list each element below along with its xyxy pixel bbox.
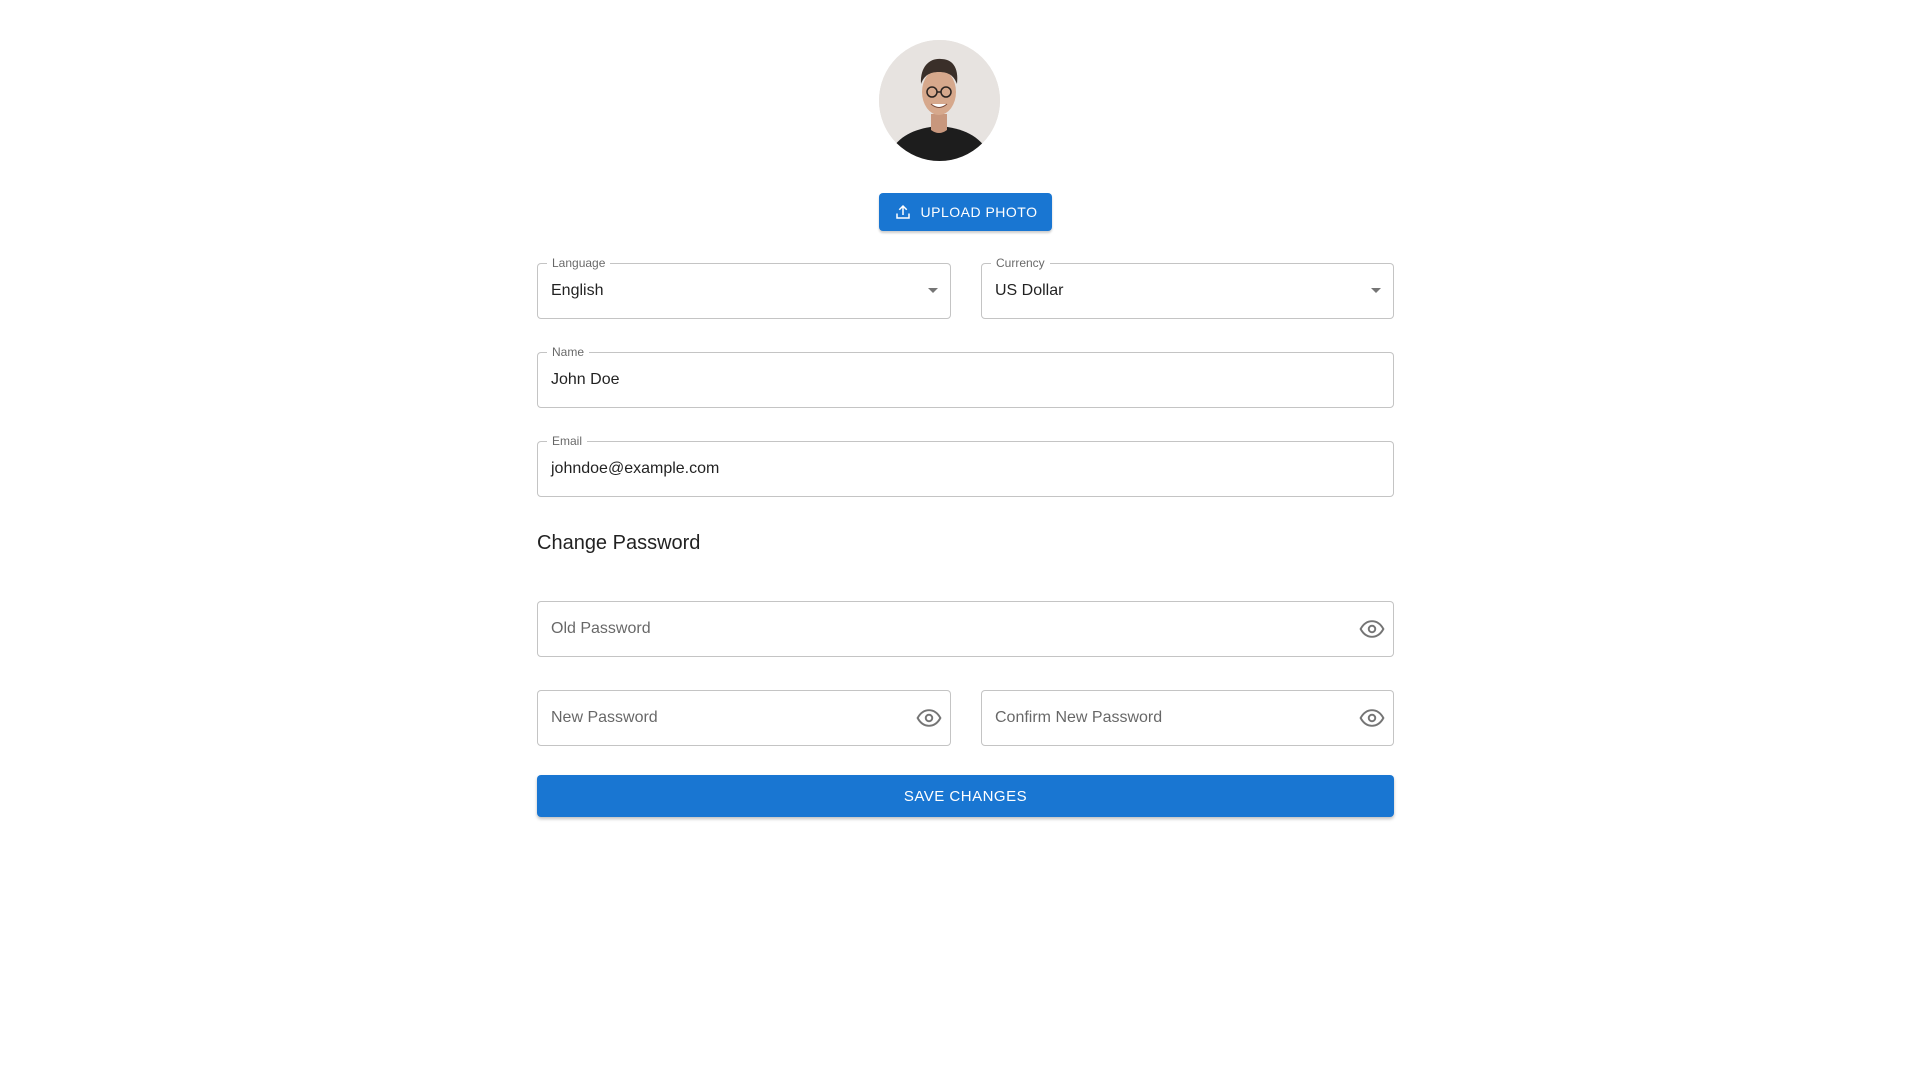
language-select[interactable]: Language English — [537, 256, 951, 319]
new-password-field — [537, 690, 951, 746]
caret-down-icon — [928, 288, 938, 293]
currency-value: US Dollar — [995, 282, 1064, 299]
upload-photo-button[interactable]: UPLOAD PHOTO — [879, 193, 1052, 231]
email-field[interactable]: Email johndoe@example.com — [537, 434, 1394, 497]
eye-icon[interactable] — [1357, 614, 1387, 644]
currency-select[interactable]: Currency US Dollar — [981, 256, 1394, 319]
old-password-field — [537, 601, 1394, 657]
caret-down-icon — [1371, 288, 1381, 293]
upload-icon — [894, 203, 912, 221]
confirm-password-input[interactable] — [982, 691, 1393, 745]
upload-photo-label: UPLOAD PHOTO — [920, 204, 1038, 220]
change-password-heading: Change Password — [537, 532, 701, 554]
old-password-input[interactable] — [538, 602, 1393, 656]
profile-settings-form: UPLOAD PHOTO Language English Currency U… — [537, 0, 1394, 1080]
save-changes-button[interactable]: SAVE CHANGES — [537, 775, 1394, 817]
email-value: johndoe@example.com — [551, 460, 720, 477]
new-password-input[interactable] — [538, 691, 950, 745]
language-value: English — [551, 282, 604, 299]
name-value: John Doe — [551, 371, 620, 388]
confirm-password-field — [981, 690, 1394, 746]
avatar — [879, 40, 1000, 161]
eye-icon[interactable] — [914, 703, 944, 733]
eye-icon[interactable] — [1357, 703, 1387, 733]
name-field[interactable]: Name John Doe — [537, 345, 1394, 408]
